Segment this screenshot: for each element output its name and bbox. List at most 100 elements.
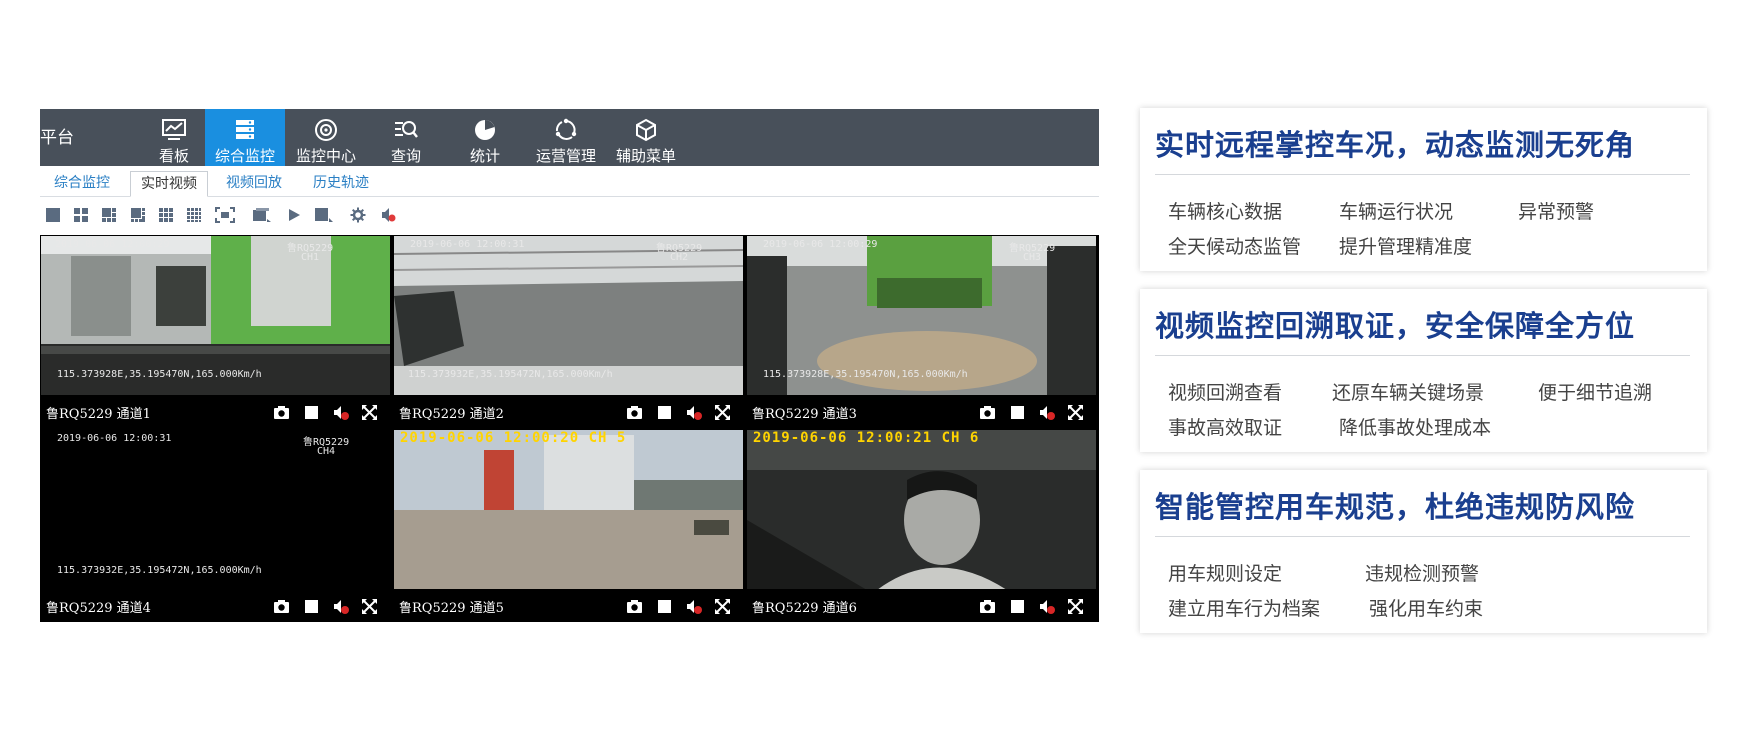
video-channel-3[interactable]: 2019-06-06 12:00:29 鲁RQ5229 CH3 115.3739… — [746, 235, 1097, 428]
stop-icon[interactable] — [303, 404, 320, 421]
snapshot-camera-icon[interactable] — [979, 404, 996, 421]
osd-ch-1: CH1 — [301, 252, 320, 263]
feature-card-video-evidence: 视频监控回溯取证，安全保障全方位 视频回溯查看 还原车辆关键场景 便于细节追溯 … — [1140, 289, 1707, 452]
chart-board-icon — [162, 119, 186, 140]
mute-icon[interactable] — [686, 404, 703, 421]
nav-operations-label: 运营管理 — [535, 147, 596, 165]
feature-title: 视频监控回溯取证，安全保障全方位 — [1155, 309, 1636, 343]
expand-icon[interactable] — [1067, 598, 1084, 615]
video-channel-6[interactable]: 2019-06-06 12:00:21 CH 6 鲁RQ5229 通道6 — [746, 429, 1097, 622]
nav-statistics[interactable]: 统计 — [445, 109, 525, 166]
layout-6-icon[interactable] — [101, 207, 117, 223]
fullscreen-icon[interactable] — [215, 207, 235, 223]
feature-tag: 提升管理精准度 — [1339, 236, 1473, 258]
feature-tag: 用车规则设定 — [1168, 563, 1283, 585]
osd-ch-3: CH3 — [1023, 252, 1042, 263]
stop-icon[interactable] — [656, 404, 673, 421]
stop-icon[interactable] — [1009, 598, 1026, 615]
osd-time-3: 2019-06-06 12:00:29 — [763, 239, 878, 250]
layout-16-icon[interactable] — [186, 207, 202, 223]
video-channel-2[interactable]: 2019-06-06 12:00:31 鲁RQ5229 CH2 115.3739… — [393, 235, 744, 428]
nav-monitoring-center[interactable]: 监控中心 — [286, 109, 366, 166]
stop-icon[interactable] — [656, 598, 673, 615]
record-icon[interactable] — [314, 207, 334, 223]
video-channel-1[interactable]: 2019-06-06 12:00:29 鲁RQ5229 CH1 115.3739… — [40, 235, 391, 428]
audio-mute-icon[interactable] — [380, 207, 396, 223]
stop-icon[interactable] — [1009, 404, 1026, 421]
channel-label-3: 鲁RQ5229 通道3 — [752, 407, 857, 422]
feature-tag: 建立用车行为档案 — [1168, 598, 1321, 620]
feature-tag: 违规检测预警 — [1365, 563, 1480, 585]
nav-monitoring-center-label: 监控中心 — [295, 147, 356, 165]
nav-integrated-monitoring[interactable]: 综合监控 — [205, 109, 285, 166]
subtab-video-playback[interactable]: 视频回放 — [216, 171, 292, 197]
expand-icon[interactable] — [714, 404, 731, 421]
play-icon[interactable] — [286, 207, 302, 223]
channel-label-4: 鲁RQ5229 通道4 — [46, 601, 151, 616]
nav-operations[interactable]: 运营管理 — [526, 109, 606, 166]
monitor-stack-icon — [236, 120, 254, 139]
osd-gps-2: 115.373932E,35.195472N,165.000Km/h — [408, 369, 613, 380]
subtab-history-track[interactable]: 历史轨迹 — [303, 171, 379, 197]
mute-icon[interactable] — [1039, 598, 1056, 615]
nav-dashboard[interactable]: 看板 — [134, 109, 214, 166]
osd-gps-4: 115.373932E,35.195472N,165.000Km/h — [57, 565, 262, 576]
channel-control-bar-2: 鲁RQ5229 通道2 — [393, 395, 744, 428]
snapshot-camera-icon[interactable] — [273, 598, 290, 615]
feature-title: 智能管控用车规范，杜绝违规防风险 — [1155, 490, 1636, 524]
stop-icon[interactable] — [303, 598, 320, 615]
snapshot-camera-icon[interactable] — [626, 598, 643, 615]
video-frame-6 — [747, 430, 1096, 590]
channel-control-bar-4: 鲁RQ5229 通道4 — [40, 589, 391, 622]
channel-control-bar-6: 鲁RQ5229 通道6 — [746, 589, 1097, 622]
video-feed-6: 2019-06-06 12:00:21 CH 6 — [747, 430, 1096, 590]
subtab-integrated-monitoring[interactable]: 综合监控 — [44, 171, 120, 197]
mute-icon[interactable] — [686, 598, 703, 615]
expand-icon[interactable] — [361, 404, 378, 421]
nav-query-label: 查询 — [390, 147, 421, 165]
layout-9-icon[interactable] — [158, 207, 174, 223]
feature-tag: 车辆运行状况 — [1339, 201, 1454, 223]
video-channel-5[interactable]: 2019-06-06 12:00:20 CH 5 鲁RQ5229 通道5 — [393, 429, 744, 622]
subtab-live-video[interactable]: 实时视频 — [130, 171, 208, 197]
nav-statistics-label: 统计 — [469, 147, 500, 165]
video-toolbar — [40, 201, 1099, 229]
divider — [1155, 355, 1690, 356]
expand-icon[interactable] — [361, 598, 378, 615]
osd-ch-4: CH4 — [317, 446, 336, 457]
feature-title: 实时远程掌控车况，动态监测无死角 — [1155, 128, 1636, 162]
layout-1-icon[interactable] — [45, 207, 61, 223]
snapshot-camera-icon[interactable] — [979, 598, 996, 615]
feature-tag: 车辆核心数据 — [1168, 201, 1283, 223]
layout-4-icon[interactable] — [73, 207, 89, 223]
osd-time-5: 2019-06-06 12:00:20 CH 5 — [400, 430, 627, 446]
video-channel-4[interactable]: 2019-06-06 12:00:31 鲁RQ5229 CH4 115.3739… — [40, 429, 391, 622]
layout-8-icon[interactable] — [130, 207, 146, 223]
channel-control-bar-1: 鲁RQ5229 通道1 — [40, 395, 391, 428]
channel-control-bar-3: 鲁RQ5229 通道3 — [746, 395, 1097, 428]
mute-icon[interactable] — [333, 598, 350, 615]
target-icon — [315, 119, 337, 141]
channel-label-1: 鲁RQ5229 通道1 — [46, 407, 151, 422]
channel-label-5: 鲁RQ5229 通道5 — [399, 601, 504, 616]
snapshot-camera-icon[interactable] — [273, 404, 290, 421]
osd-time-1: 2019-06-06 12:00:29 — [55, 239, 170, 250]
osd-ch-2: CH2 — [670, 252, 689, 263]
pie-chart-icon — [475, 120, 495, 140]
stream-icon[interactable] — [252, 207, 272, 223]
video-feed-5: 2019-06-06 12:00:20 CH 5 — [394, 430, 743, 590]
mute-icon[interactable] — [333, 404, 350, 421]
nav-query[interactable]: 查询 — [366, 109, 446, 166]
expand-icon[interactable] — [714, 598, 731, 615]
video-grid: 2019-06-06 12:00:29 鲁RQ5229 CH1 115.3739… — [40, 235, 1099, 622]
nav-aux-menu[interactable]: 辅助菜单 — [606, 109, 686, 166]
expand-icon[interactable] — [1067, 404, 1084, 421]
mute-icon[interactable] — [1039, 404, 1056, 421]
snapshot-camera-icon[interactable] — [626, 404, 643, 421]
feature-tag: 便于细节追溯 — [1538, 382, 1653, 404]
settings-icon[interactable] — [350, 207, 366, 223]
monitoring-app-window: 平台 看板 综合监控 监控中心 查询 统计 运营管理 辅助菜单 综合监控 实时视… — [40, 109, 1099, 622]
feature-tag: 全天候动态监管 — [1168, 236, 1302, 258]
feature-tag: 还原车辆关键场景 — [1332, 382, 1485, 404]
feature-tag: 事故高效取证 — [1168, 417, 1283, 439]
